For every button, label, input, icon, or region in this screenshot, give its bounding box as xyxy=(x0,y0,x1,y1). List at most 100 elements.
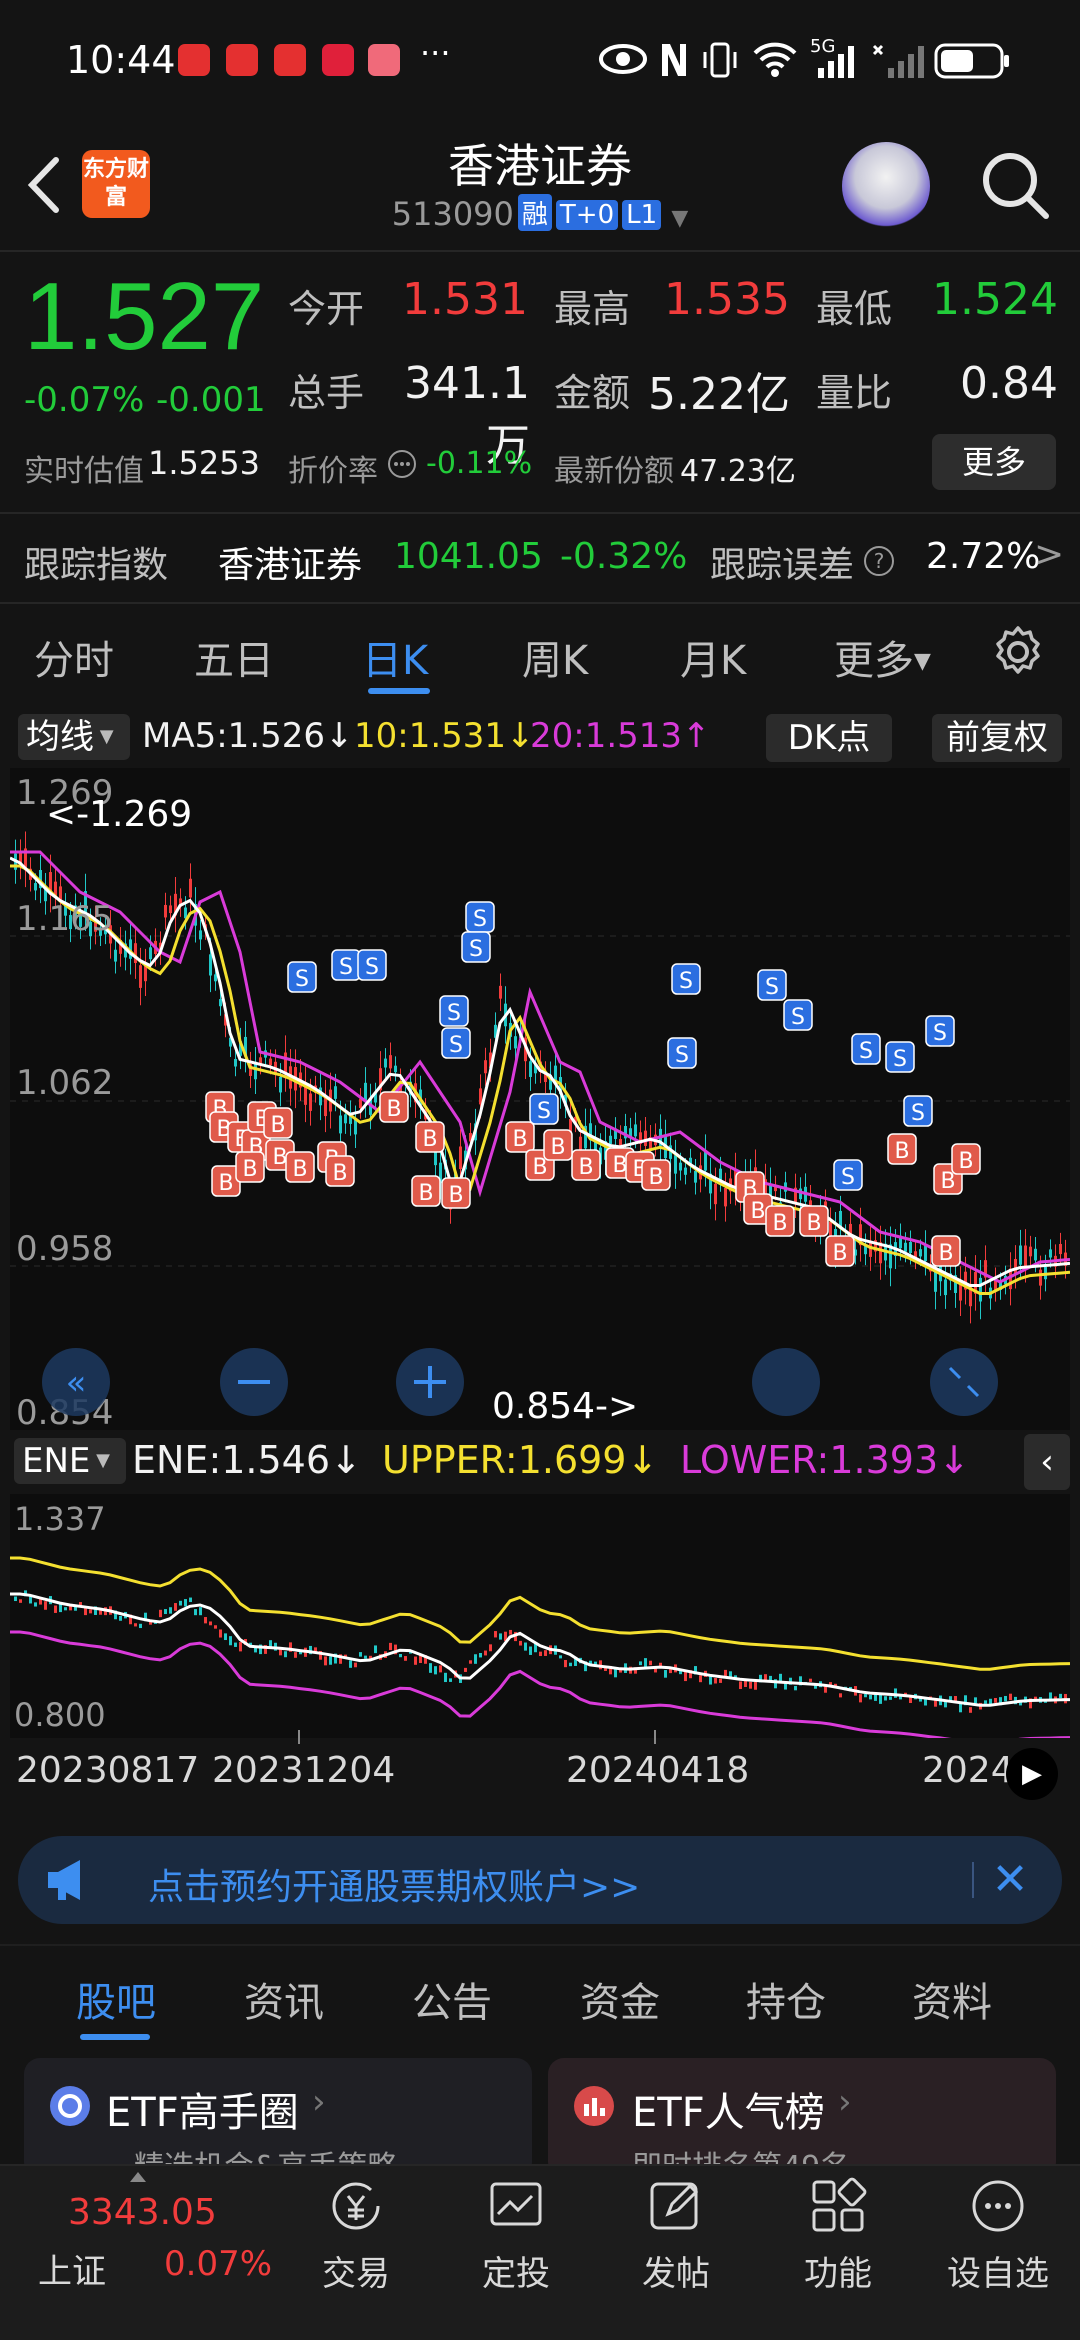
nav-trade-label[interactable]: 交易 xyxy=(296,2246,416,2295)
sse-index-value[interactable]: 3343.05 xyxy=(68,2192,217,2233)
candle-body xyxy=(394,1065,397,1073)
trade-icon[interactable] xyxy=(326,2176,386,2236)
ene-candle-body xyxy=(1004,1695,1007,1702)
tracking-index-row[interactable]: 跟踪指数 香港证券 1041.05 -0.32% 跟踪误差 ? 2.72% > xyxy=(0,514,1080,602)
app-notification-icon xyxy=(226,44,258,76)
nav-watchlist-label[interactable]: 设自选 xyxy=(938,2246,1058,2295)
ene-candle-body xyxy=(474,1654,477,1664)
ene-candle-body xyxy=(1009,1693,1012,1701)
min-price-marker: 0.854-> xyxy=(492,1386,638,1427)
tab-intraday[interactable]: 分时 xyxy=(34,628,114,686)
ene-candle-body xyxy=(239,1642,242,1652)
battery-icon xyxy=(934,43,1009,79)
candle-body xyxy=(209,954,212,976)
ene-candle-body xyxy=(139,1623,142,1629)
candle-body xyxy=(1034,1248,1037,1261)
expand-icon[interactable] xyxy=(130,2172,146,2182)
ene-candle-body xyxy=(364,1655,367,1659)
ene-candle-body xyxy=(214,1625,217,1629)
scroll-left-button[interactable]: « xyxy=(42,1348,110,1416)
tab-five-day[interactable]: 五日 xyxy=(194,628,274,686)
buy-marker-badge-letter: B xyxy=(832,1241,847,1266)
y-label: 1.165 xyxy=(16,899,113,939)
candle-body xyxy=(714,1183,717,1205)
sell-marker-badge-letter: S xyxy=(791,1005,805,1030)
sub-indicator-select[interactable]: ENE ▼ xyxy=(14,1438,126,1484)
buy-marker-badge-letter: B xyxy=(894,1139,909,1164)
sse-index-change[interactable]: 0.07% xyxy=(164,2244,272,2284)
card-title: ETF人气榜 xyxy=(632,2090,825,2136)
ene-candle-body xyxy=(974,1697,977,1704)
ene-candle-body xyxy=(294,1652,297,1658)
tab-more[interactable]: 更多▼ xyxy=(834,628,931,686)
candle-body xyxy=(149,947,152,960)
buy-marker-badge-letter: B xyxy=(772,1211,787,1236)
close-icon[interactable]: ✕ xyxy=(980,1850,1040,1910)
indicator-select[interactable]: 均线 ▼ xyxy=(18,714,130,760)
nfc-icon xyxy=(662,44,686,76)
tab-fund-flow[interactable]: 资金 xyxy=(580,1970,660,2028)
help-icon[interactable]: ? xyxy=(862,544,896,578)
search-icon[interactable] xyxy=(976,146,1056,226)
ene-candle-body xyxy=(884,1696,887,1701)
tab-forum[interactable]: 股吧 xyxy=(76,1970,156,2028)
tab-news[interactable]: 资讯 xyxy=(244,1970,324,2028)
dropdown-icon: ▼ xyxy=(671,206,689,231)
candle-body xyxy=(719,1168,722,1181)
zoom-in-button[interactable] xyxy=(396,1348,464,1416)
nav-fixed-investment-label[interactable]: 定投 xyxy=(456,2246,576,2295)
assistant-robot-icon[interactable] xyxy=(842,142,930,230)
watchlist-icon[interactable] xyxy=(968,2176,1028,2236)
chevron-left-icon[interactable]: ‹ xyxy=(1024,1434,1070,1490)
status-bar: 10:44 ··· 5G xyxy=(0,0,1080,120)
nav-functions-label[interactable]: 功能 xyxy=(778,2246,898,2295)
sell-marker-badge-letter: S xyxy=(365,955,379,980)
sell-marker-badge-letter: S xyxy=(473,907,487,932)
iopv-label: 实时估值 xyxy=(24,454,144,489)
candle-body xyxy=(679,1162,682,1171)
buy-marker-badge-letter: B xyxy=(958,1149,973,1174)
banner-text[interactable]: 点击预约开通股票期权账户>> xyxy=(148,1858,640,1910)
ene-candle-body xyxy=(559,1655,562,1659)
ene-candle-body xyxy=(719,1678,722,1683)
gear-icon[interactable] xyxy=(990,624,1046,680)
candle-body xyxy=(499,985,502,999)
ene-candle-body xyxy=(44,1601,47,1610)
ene-candle-body xyxy=(529,1646,532,1655)
tab-daily-k[interactable]: 日K xyxy=(362,628,428,686)
ene-candle-body xyxy=(489,1644,492,1652)
tab-weekly-k[interactable]: 周K xyxy=(522,628,588,686)
candle-body xyxy=(1024,1245,1027,1267)
more-button[interactable]: 更多 xyxy=(932,434,1056,490)
candle-body xyxy=(944,1279,947,1296)
nav-post-label[interactable]: 发帖 xyxy=(616,2246,736,2295)
fullscreen-button[interactable] xyxy=(930,1348,998,1416)
candle-body xyxy=(139,965,142,988)
tab-holdings[interactable]: 持仓 xyxy=(746,1970,826,2028)
price-adjust-button[interactable]: 前复权 xyxy=(932,714,1062,762)
ene-candle-body xyxy=(639,1661,642,1666)
amount-value: 5.22亿 xyxy=(648,369,790,420)
candle-body xyxy=(724,1187,727,1207)
tab-profile[interactable]: 资料 xyxy=(912,1970,992,2028)
sse-index-name[interactable]: 上证 xyxy=(38,2244,106,2293)
chart-period-tabs: 分时 五日 日K 周K 月K 更多▼ xyxy=(0,604,1080,704)
more-info-icon[interactable] xyxy=(386,448,418,480)
candle-body xyxy=(484,1060,487,1074)
dk-point-button[interactable]: DK点 xyxy=(766,714,892,762)
tab-announcements[interactable]: 公告 xyxy=(412,1970,492,2028)
functions-grid-icon[interactable] xyxy=(808,2176,868,2236)
shares-label: 最新份额 xyxy=(554,454,674,489)
open-label: 今开 xyxy=(288,287,365,331)
fixed-investment-icon[interactable] xyxy=(486,2176,546,2236)
scroll-right-icon[interactable]: ▶ xyxy=(1006,1748,1058,1800)
zoom-out-button[interactable] xyxy=(220,1348,288,1416)
sell-marker-badge-letter: S xyxy=(841,1165,855,1190)
ene-candle-body xyxy=(859,1694,862,1703)
tab-monthly-k[interactable]: 月K xyxy=(680,628,746,686)
scroll-right-button[interactable] xyxy=(752,1348,820,1416)
post-icon[interactable] xyxy=(646,2176,706,2236)
ene-candle-body xyxy=(399,1653,402,1658)
ene-candle-body xyxy=(359,1652,362,1657)
candle-body xyxy=(634,1124,637,1137)
